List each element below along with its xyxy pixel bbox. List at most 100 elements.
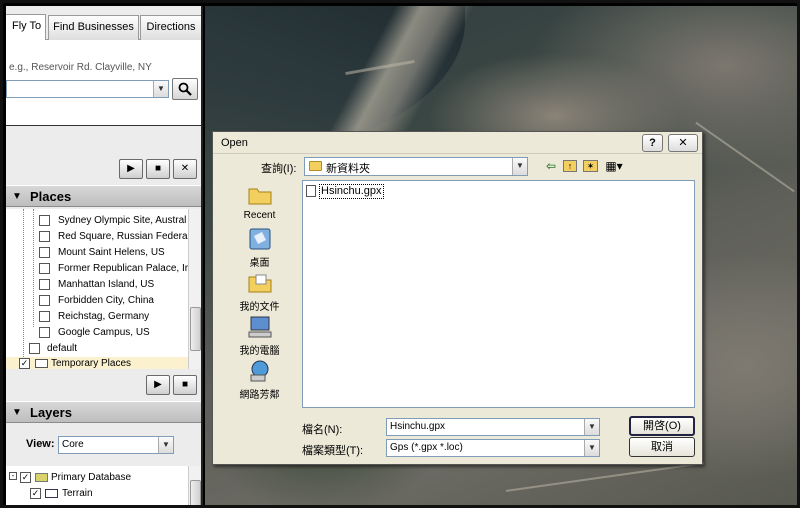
checkbox-checked[interactable]: ✓ (19, 358, 30, 369)
place-label: 桌面 (249, 258, 270, 269)
expand-icon[interactable]: - (9, 472, 17, 480)
place-my-computer[interactable]: 我的電腦 (219, 312, 300, 357)
list-item-label: Temporary Places (51, 358, 132, 369)
play-tour-button[interactable]: ▶ (119, 159, 143, 179)
tab-directions[interactable]: Directions (140, 15, 201, 40)
clear-button[interactable]: ✕ (173, 159, 197, 179)
file-type-value: Gps (*.gpx *.loc) (390, 442, 463, 453)
list-item-label: Reichstag, Germany (58, 311, 150, 322)
place-desktop[interactable]: 桌面 (219, 224, 300, 269)
scrollbar-thumb[interactable] (190, 307, 201, 351)
close-icon: ✕ (180, 163, 190, 174)
checkbox-checked[interactable]: ✓ (20, 472, 31, 483)
search-tabs: Fly To Find Businesses Directions (6, 13, 201, 40)
dialog-titlebar[interactable]: Open ? ✕ (213, 132, 702, 154)
play-icon: ▶ (127, 163, 135, 174)
place-label: 網路芳鄰 (239, 390, 280, 401)
stop-tour-button[interactable]: ■ (146, 159, 170, 179)
map-road (505, 462, 705, 492)
tree-line (23, 209, 24, 357)
up-folder-icon[interactable]: ↑ (563, 160, 577, 172)
tree-line (33, 209, 34, 327)
places-header[interactable]: ▼ Places (6, 185, 201, 207)
network-icon (250, 360, 269, 382)
my-documents-icon (248, 274, 272, 293)
chevron-down-icon[interactable]: ▼ (584, 419, 599, 435)
open-button[interactable]: 開啓(O) (629, 416, 695, 436)
list-item-label: Primary Database (51, 472, 132, 483)
desktop-icon (249, 228, 271, 250)
checkbox-checked[interactable]: ✓ (30, 488, 41, 499)
place-network[interactable]: 網路芳鄰 (219, 356, 300, 401)
play-places-button[interactable]: ▶ (146, 375, 170, 395)
folder-icon (35, 359, 48, 368)
collapse-triangle-icon[interactable]: ▼ (12, 402, 22, 423)
screen-frame: Fly To Find Businesses Directions e.g., … (0, 0, 800, 508)
cancel-button[interactable]: 取消 (629, 437, 695, 457)
chevron-down-icon[interactable]: ▼ (153, 81, 168, 97)
chevron-down-icon[interactable]: ▼ (512, 158, 527, 175)
checkbox[interactable] (39, 231, 50, 242)
stop-places-button[interactable]: ■ (173, 375, 197, 395)
place-label: 我的電腦 (239, 346, 280, 357)
checkbox[interactable] (39, 263, 50, 274)
tab-fly-to[interactable]: Fly To (6, 14, 46, 40)
scrollbar-thumb[interactable] (190, 480, 201, 505)
folder-icon (45, 489, 58, 498)
checkbox[interactable] (39, 247, 50, 258)
checkbox[interactable] (39, 327, 50, 338)
list-item-label: Red Square, Russian Federa (58, 231, 188, 242)
list-item-label: Mount Saint Helens, US (58, 247, 165, 258)
dialog-title: Open (221, 137, 248, 149)
file-type-select[interactable]: Gps (*.gpx *.loc) ▼ (386, 439, 600, 457)
recent-folder-icon (248, 188, 272, 205)
checkbox[interactable] (39, 279, 50, 290)
list-item-temporary-places[interactable]: ✓ Temporary Places (6, 357, 188, 369)
layers-title: Layers (30, 405, 72, 420)
dialog-close-button[interactable]: ✕ (668, 134, 698, 152)
places-title: Places (30, 189, 72, 204)
close-icon: ✕ (678, 137, 688, 149)
tab-find-businesses[interactable]: Find Businesses (48, 15, 139, 40)
place-my-documents[interactable]: 我的文件 (219, 268, 300, 313)
dialog-places-bar: Recent 桌面 我的文件 我的電腦 網路芳鄰 (219, 180, 300, 405)
layers-tree: - ✓ Primary Database ✓ Terrain (6, 466, 188, 505)
layers-header[interactable]: ▼ Layers (6, 401, 201, 423)
list-item-label: Google Campus, US (58, 327, 150, 338)
checkbox[interactable] (39, 311, 50, 322)
list-item-label: Manhattan Island, US (58, 279, 155, 290)
look-in-value: 新資料夾 (326, 163, 370, 175)
stop-icon: ■ (154, 163, 162, 174)
new-folder-icon[interactable]: ✶ (583, 160, 598, 172)
view-value: Core (62, 439, 84, 450)
help-button[interactable]: ? (642, 134, 663, 152)
list-item-label: Sydney Olympic Site, Austral (58, 215, 187, 226)
gpx-file-icon (306, 185, 316, 197)
back-arrow-icon[interactable]: ⇦ (544, 158, 558, 175)
places-scrollbar[interactable] (188, 209, 201, 369)
search-icon (178, 82, 192, 96)
checkbox[interactable] (29, 343, 40, 354)
checkbox[interactable] (39, 295, 50, 306)
look-in-label: 查詢(I): (261, 163, 297, 175)
stop-icon: ■ (181, 379, 189, 390)
file-type-label: 檔案類型(T): (302, 445, 364, 457)
chevron-down-icon[interactable]: ▼ (584, 440, 599, 456)
view-menu-icon[interactable]: ▦▾ (603, 158, 625, 175)
collapse-triangle-icon[interactable]: ▼ (12, 186, 22, 207)
fly-to-input[interactable]: ▼ (6, 80, 169, 98)
chevron-down-icon[interactable]: ▼ (158, 437, 173, 453)
file-name-input[interactable]: Hsinchu.gpx ▼ (386, 418, 600, 436)
look-in-select[interactable]: 新資料夾 ▼ (304, 157, 528, 176)
list-item-label: Former Republican Palace, Ir (58, 263, 188, 274)
view-select[interactable]: Core ▼ (58, 436, 174, 454)
place-recent[interactable]: Recent (219, 180, 300, 224)
places-tree: Sydney Olympic Site, Austral Red Square,… (6, 209, 188, 369)
file-name-label: 檔名(N): (302, 424, 343, 436)
file-list[interactable]: Hsinchu.gpx (302, 180, 695, 408)
play-icon: ▶ (154, 379, 162, 390)
search-button[interactable] (172, 78, 198, 100)
fly-to-hint: e.g., Reservoir Rd. Clayville, NY (9, 62, 152, 73)
checkbox[interactable] (39, 215, 50, 226)
layers-scrollbar[interactable] (188, 466, 201, 505)
